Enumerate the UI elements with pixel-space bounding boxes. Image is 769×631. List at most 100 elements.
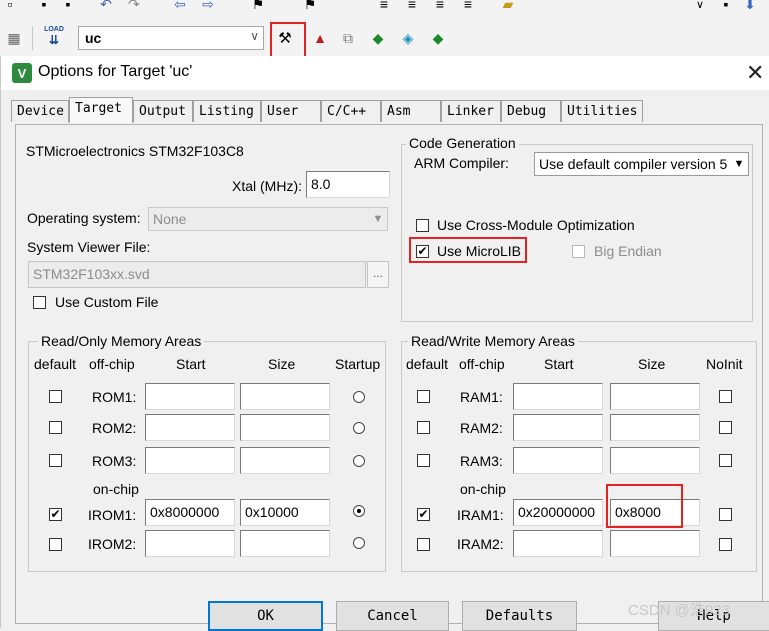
ram3-start-input[interactable]	[513, 447, 603, 474]
iram1-noinit-checkbox[interactable]	[719, 508, 732, 521]
ram3-noinit-checkbox[interactable]	[719, 454, 732, 467]
big-endian-checkbox[interactable]	[572, 245, 585, 258]
tab-utilities[interactable]: Utilities	[561, 100, 643, 122]
rom1-size-input[interactable]	[240, 383, 330, 410]
toolbar-icon[interactable]: ▫	[0, 0, 20, 14]
xtal-input[interactable]: 8.0	[306, 171, 390, 198]
ram1-default-checkbox[interactable]	[417, 390, 430, 403]
download-icon[interactable]: ⬇	[740, 0, 760, 14]
indent-icon[interactable]: ≡	[402, 0, 422, 14]
dialog-title: Options for Target 'uc'	[38, 63, 193, 80]
irom1-start-input[interactable]: 0x8000000	[145, 499, 235, 526]
build-toolbar: ▦ LOAD ⇊ uc ∨ ⚒ ▲ ⧉ ◆ ◈ ◆	[0, 20, 769, 58]
device-name: STMicroelectronics STM32F103C8	[26, 143, 244, 159]
ok-button[interactable]: OK	[208, 601, 323, 631]
toolbar-icon[interactable]: ▪	[58, 0, 78, 14]
rom1-start-input[interactable]	[145, 383, 235, 410]
tab-debug[interactable]: Debug	[501, 100, 561, 122]
svd-label: System Viewer File:	[27, 239, 151, 255]
iram2-start-input[interactable]	[513, 530, 603, 557]
rom-header-offchip: off-chip	[89, 356, 135, 372]
open-icon[interactable]: ▰	[498, 0, 518, 14]
cross-module-checkbox[interactable]	[416, 219, 429, 232]
ram1-noinit-checkbox[interactable]	[719, 390, 732, 403]
undo-icon[interactable]: ↶	[96, 0, 116, 14]
svd-browse-button[interactable]: ...	[367, 261, 389, 288]
tab-linker[interactable]: Linker	[441, 100, 501, 122]
irom2-default-checkbox[interactable]	[49, 538, 62, 551]
irom2-startup-radio[interactable]	[353, 537, 365, 549]
target-select[interactable]: uc ∨	[78, 26, 264, 50]
highlight-box-options	[270, 22, 306, 58]
irom1-default-checkbox[interactable]: ✔	[49, 508, 62, 521]
rom3-default-checkbox[interactable]	[49, 454, 62, 467]
iram2-size-input[interactable]	[610, 530, 700, 557]
irom1-startup-radio[interactable]	[353, 505, 365, 517]
iram2-default-checkbox[interactable]	[417, 538, 430, 551]
manage-components-icon[interactable]: ▲	[310, 28, 330, 48]
copy-icon[interactable]: ⧉	[338, 28, 358, 48]
indent-icon[interactable]: ≡	[374, 0, 394, 14]
irom1-size-input[interactable]: 0x10000	[240, 499, 330, 526]
rom2-default-checkbox[interactable]	[49, 421, 62, 434]
chevron-down-icon[interactable]: ∨	[690, 0, 710, 14]
tab-cpp[interactable]: C/C++	[321, 100, 381, 122]
rom3-start-input[interactable]	[145, 447, 235, 474]
ram2-start-input[interactable]	[513, 414, 603, 441]
compiler-select[interactable]: Use default compiler version 5 ▼	[534, 152, 749, 176]
os-select[interactable]: None ▼	[148, 207, 388, 231]
back-icon[interactable]: ⇦	[170, 0, 190, 14]
rom1-default-checkbox[interactable]	[49, 390, 62, 403]
rom2-start-input[interactable]	[145, 414, 235, 441]
iram2-noinit-checkbox[interactable]	[719, 538, 732, 551]
ram2-default-checkbox[interactable]	[417, 421, 430, 434]
rom3-size-input[interactable]	[240, 447, 330, 474]
ram2-noinit-checkbox[interactable]	[719, 421, 732, 434]
select-packs-icon[interactable]: ◈	[398, 28, 418, 48]
runtime-env-icon[interactable]: ◆	[428, 28, 448, 48]
iram1-start-input[interactable]: 0x20000000	[513, 499, 603, 526]
svd-input[interactable]: STM32F103xx.svd	[28, 261, 366, 288]
load-icon[interactable]: LOAD ⇊	[42, 25, 66, 47]
pack-installer-icon[interactable]: ◆	[368, 28, 388, 48]
tab-asm[interactable]: Asm	[381, 100, 441, 122]
cancel-button[interactable]: Cancel	[336, 601, 449, 631]
tab-target[interactable]: Target	[69, 97, 133, 123]
rom-area-label: Read/Only Memory Areas	[38, 333, 205, 349]
close-icon[interactable]: ✕	[746, 60, 764, 86]
rom2-size-input[interactable]	[240, 414, 330, 441]
rom2-startup-radio[interactable]	[353, 422, 365, 434]
defaults-button[interactable]: Defaults	[462, 601, 577, 631]
tab-user[interactable]: User	[261, 100, 321, 122]
bookmark-icon[interactable]: ⚑	[300, 0, 320, 14]
ram1-start-input[interactable]	[513, 383, 603, 410]
ram3-size-input[interactable]	[610, 447, 700, 474]
ram3-default-checkbox[interactable]	[417, 454, 430, 467]
iram1-default-checkbox[interactable]: ✔	[417, 508, 430, 521]
custom-file-checkbox[interactable]	[33, 296, 46, 309]
irom2-size-input[interactable]	[240, 530, 330, 557]
rom3-startup-radio[interactable]	[353, 455, 365, 467]
rom-header-default: default	[34, 356, 77, 372]
chevron-down-icon: ▼	[372, 213, 384, 225]
tab-listing[interactable]: Listing	[193, 100, 261, 122]
batch-build-icon[interactable]: ▦	[4, 28, 24, 48]
comment-icon[interactable]: ≡	[458, 0, 478, 14]
ram2-size-input[interactable]	[610, 414, 700, 441]
forward-icon[interactable]: ⇨	[198, 0, 218, 14]
target-tab-panel: STMicroelectronics STM32F103C8 Xtal (MHz…	[15, 124, 763, 624]
redo-icon[interactable]: ↷	[124, 0, 144, 14]
tab-device[interactable]: Device	[11, 100, 69, 122]
comment-icon[interactable]: ≡	[430, 0, 450, 14]
bookmark-icon[interactable]: ⚑	[248, 0, 268, 14]
toolbar-icon[interactable]: ▪	[34, 0, 54, 14]
ram1-size-input[interactable]	[610, 383, 700, 410]
ram-header-offchip: off-chip	[459, 356, 505, 372]
rom-header-start: Start	[176, 356, 206, 372]
tab-output[interactable]: Output	[133, 100, 193, 122]
irom2-start-input[interactable]	[145, 530, 235, 557]
ram-header-default: default	[406, 356, 449, 372]
load-icon-label: LOAD	[44, 25, 64, 33]
config-icon[interactable]: ▪	[716, 0, 736, 14]
rom1-startup-radio[interactable]	[353, 391, 365, 403]
